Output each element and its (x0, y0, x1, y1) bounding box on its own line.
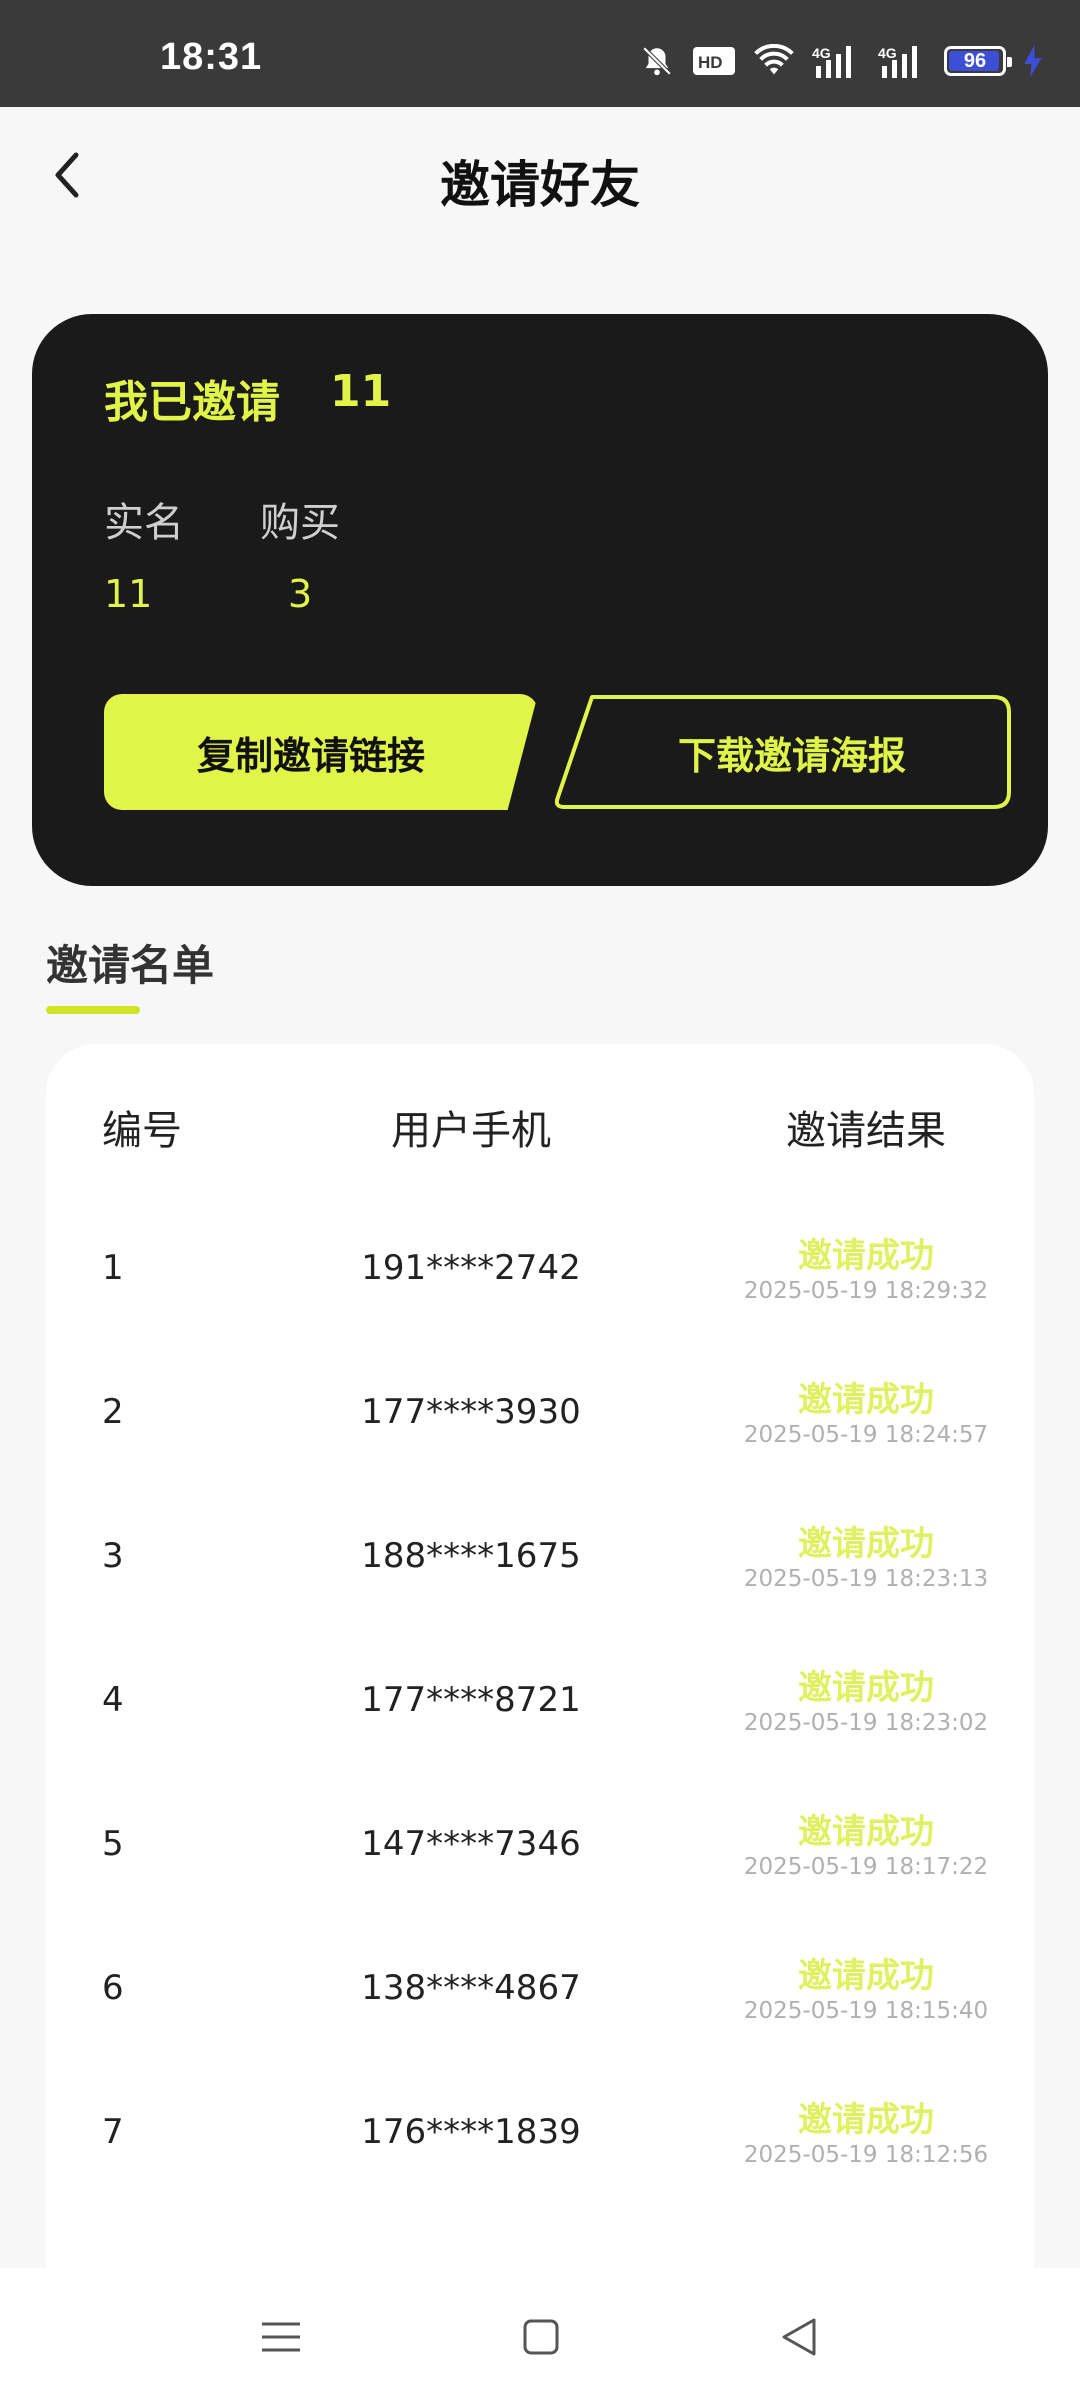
page-title: 邀请好友 (440, 156, 640, 214)
row-result: 邀请成功 (798, 1956, 934, 1996)
row-result: 邀请成功 (798, 2100, 934, 2140)
home-square-icon[interactable] (516, 2312, 566, 2362)
download-poster-button[interactable]: 下载邀请海报 (552, 694, 1012, 810)
row-time: 2025-05-19 18:23:02 (743, 1710, 989, 1736)
row-number: 1 (102, 1248, 124, 1288)
row-result: 邀请成功 (798, 1380, 934, 1420)
invite-summary-card: 我已邀请 11 实名 购买 11 3 复制邀请链接 下载邀请海报 (32, 314, 1048, 886)
battery-level: 96 (963, 49, 987, 72)
status-bar: 18:31 HD 4G 4G 96 (0, 0, 1080, 107)
nav-bar: 邀请好友 (0, 107, 1080, 237)
section-title: 邀请名单 (46, 941, 215, 990)
row-phone: 138****4867 (361, 1968, 581, 2008)
row-result: 邀请成功 (798, 1236, 934, 1276)
battery-icon: 96 (944, 46, 1012, 76)
table-row: 1 191****2742 邀请成功 2025-05-19 18:29:32 (46, 1206, 1034, 1350)
table-row: 4 177****8721 邀请成功 2025-05-19 18:23:02 (46, 1638, 1034, 1782)
row-time: 2025-05-19 18:17:22 (743, 1854, 989, 1880)
stat-value-verified: 11 (104, 572, 153, 616)
row-phone: 191****2742 (361, 1248, 581, 1288)
wifi-icon (754, 44, 794, 78)
table-row: 6 138****4867 邀请成功 2025-05-19 18:15:40 (46, 1926, 1034, 2070)
copy-invite-link-button[interactable]: 复制邀请链接 (104, 694, 538, 810)
row-phone: 177****3930 (361, 1392, 581, 1432)
menu-icon[interactable] (256, 2312, 306, 2362)
invite-list-card: 编号 用户手机 邀请结果 1 191****2742 邀请成功 2025-05-… (46, 1044, 1034, 2400)
row-time: 2025-05-19 18:24:57 (743, 1422, 989, 1448)
row-time: 2025-05-19 18:12:56 (743, 2142, 989, 2168)
charging-icon (1024, 45, 1042, 77)
net-label: 4G (812, 45, 831, 61)
row-number: 4 (102, 1680, 124, 1720)
row-phone: 147****7346 (361, 1824, 581, 1864)
col-header-result: 邀请结果 (786, 1108, 946, 1154)
row-number: 5 (102, 1824, 124, 1864)
row-number: 2 (102, 1392, 124, 1432)
signal-4g-icon: 4G (812, 44, 860, 78)
hd-icon: HD (692, 46, 736, 76)
row-phone: 176****1839 (361, 2112, 581, 2152)
download-poster-label: 下载邀请海报 (677, 733, 906, 778)
invited-label: 我已邀请 (104, 377, 280, 428)
net-label: 4G (878, 45, 897, 61)
signal-4g-icon: 4G (878, 44, 926, 78)
row-time: 2025-05-19 18:23:13 (743, 1566, 989, 1592)
section-underline (46, 1006, 140, 1014)
row-result: 邀请成功 (798, 1524, 934, 1564)
row-phone: 188****1675 (361, 1536, 581, 1576)
copy-invite-link-label: 复制邀请链接 (196, 733, 425, 778)
row-number: 7 (102, 2112, 124, 2152)
stat-label-verified: 实名 (104, 500, 184, 546)
back-triangle-icon[interactable] (774, 2312, 824, 2362)
col-header-phone: 用户手机 (391, 1108, 551, 1154)
table-row: 3 188****1675 邀请成功 2025-05-19 18:23:13 (46, 1494, 1034, 1638)
hd-label: HD (698, 53, 723, 72)
system-nav-bar (0, 2268, 1080, 2400)
stat-value-purchased: 3 (288, 572, 313, 616)
stat-label-purchased: 购买 (260, 500, 340, 546)
row-number: 3 (102, 1536, 124, 1576)
table-row: 2 177****3930 邀请成功 2025-05-19 18:24:57 (46, 1350, 1034, 1494)
row-phone: 177****8721 (361, 1680, 581, 1720)
row-result: 邀请成功 (798, 1668, 934, 1708)
invited-count: 11 (330, 366, 392, 417)
table-row: 5 147****7346 邀请成功 2025-05-19 18:17:22 (46, 1782, 1034, 1926)
status-icons: HD 4G 4G 96 (640, 44, 1042, 78)
row-time: 2025-05-19 18:15:40 (743, 1998, 989, 2024)
row-result: 邀请成功 (798, 1812, 934, 1852)
status-time: 18:31 (160, 36, 263, 78)
row-time: 2025-05-19 18:29:32 (743, 1278, 989, 1304)
mute-icon (640, 44, 674, 78)
table-row: 7 176****1839 邀请成功 2025-05-19 18:12:56 (46, 2070, 1034, 2214)
col-header-number: 编号 (102, 1108, 182, 1154)
row-number: 6 (102, 1968, 124, 2008)
